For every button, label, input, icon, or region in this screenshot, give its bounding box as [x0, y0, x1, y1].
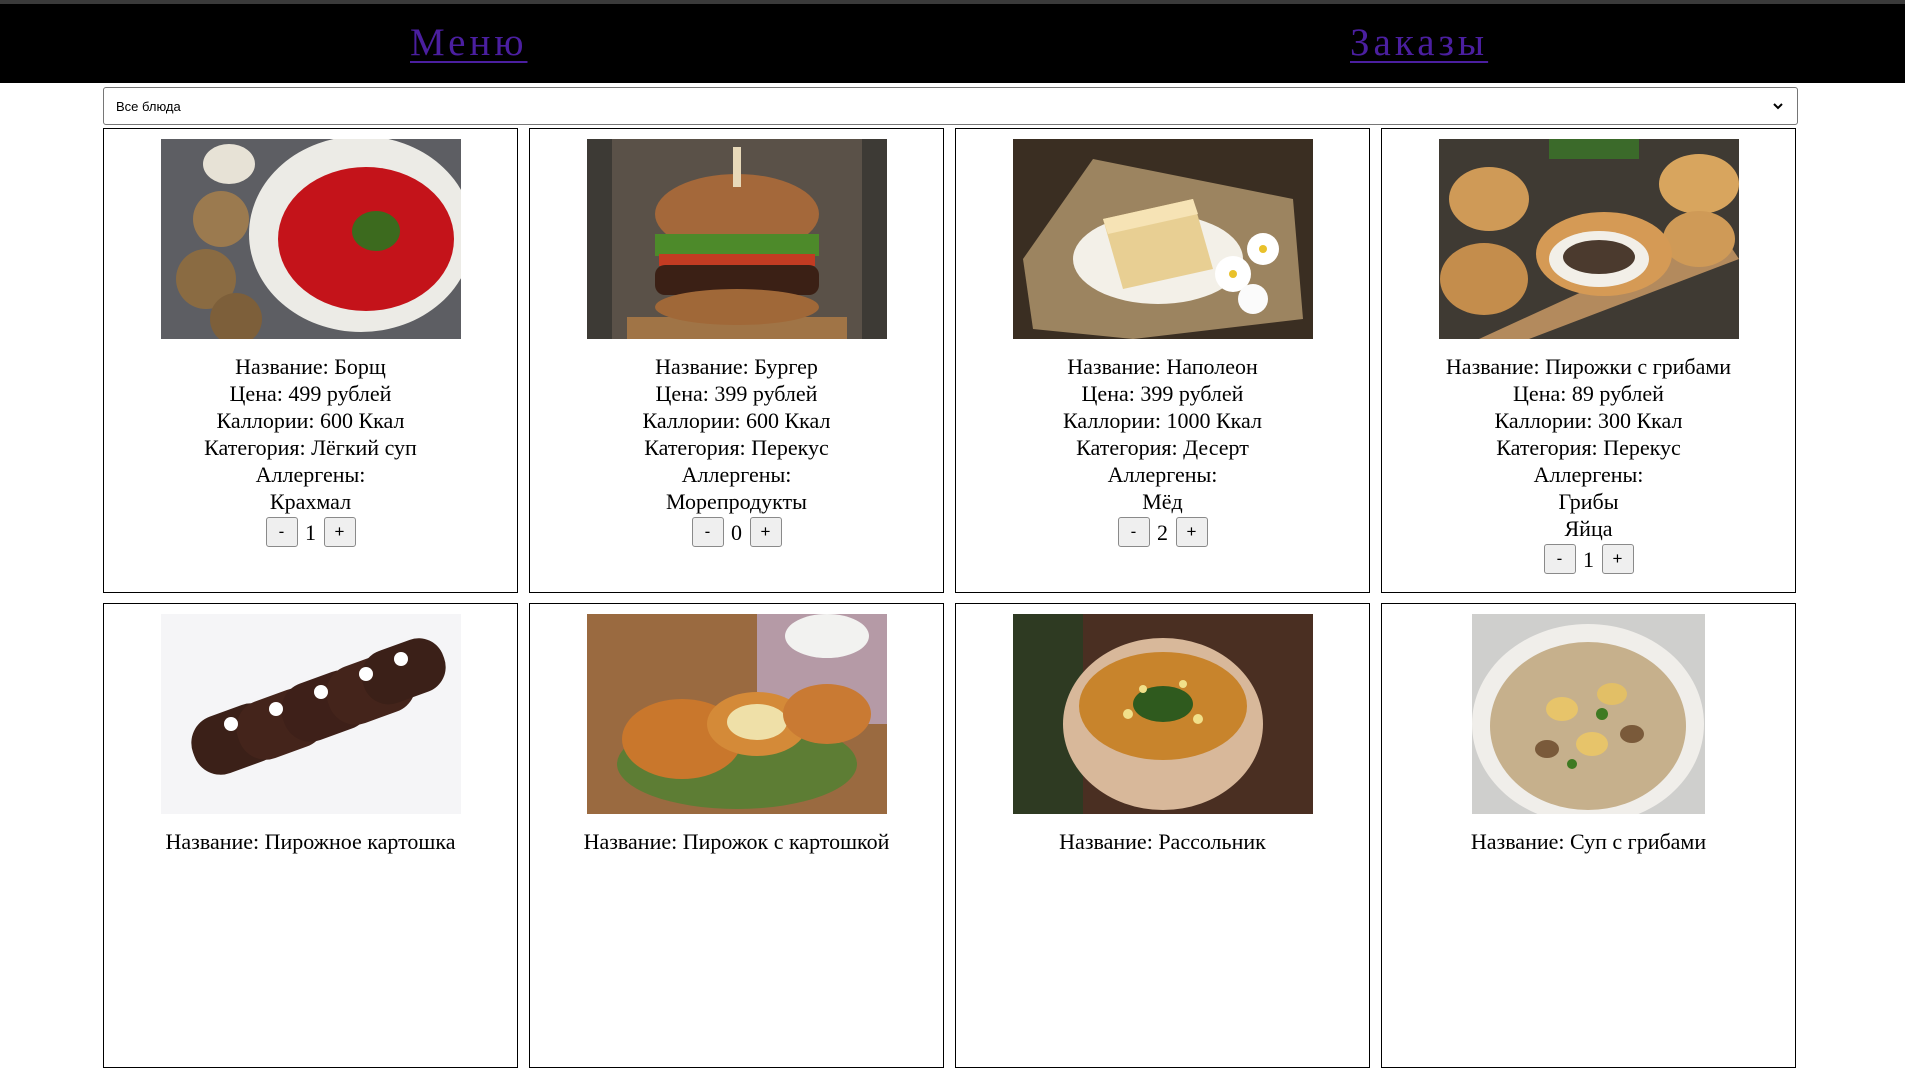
category-label: Категория:: [1076, 435, 1184, 460]
dish-category: Лёгкий суп: [311, 435, 417, 460]
increment-button[interactable]: +: [749, 517, 782, 547]
dish-category: Перекус: [751, 435, 829, 460]
dish-card: Название: Пирожки с грибами Цена: 89 руб…: [1381, 128, 1796, 593]
dish-card: Название: Пирожное картошка: [103, 603, 518, 1068]
allergens-heading: Аллергены:: [255, 462, 366, 487]
quantity-stepper: - 1 +: [265, 517, 356, 547]
name-label: Название:: [1059, 829, 1159, 854]
dish-price: 89 рублей: [1571, 381, 1664, 406]
calories-label: Каллории:: [642, 408, 746, 433]
mushroom-pies-photo: [1438, 139, 1739, 339]
dish-price: 399 рублей: [714, 381, 818, 406]
name-label: Название:: [235, 354, 335, 379]
allergen-item: Яйца: [1564, 516, 1613, 541]
decrement-button[interactable]: -: [691, 517, 724, 547]
calories-label: Каллории:: [1494, 408, 1598, 433]
price-label: Цена:: [655, 381, 715, 406]
dish-category: Десерт: [1183, 435, 1249, 460]
top-navigation-bar: Меню Заказы: [0, 4, 1905, 83]
category-filter-value: Все блюда: [116, 98, 181, 114]
allergen-item: Крахмал: [269, 489, 352, 514]
dish-name: Борщ: [334, 354, 386, 379]
dish-grid: Название: Борщ Цена: 499 рублей Каллории…: [103, 128, 1798, 1068]
increment-button[interactable]: +: [1601, 544, 1634, 574]
decrement-button[interactable]: -: [1543, 544, 1576, 574]
category-label: Категория:: [204, 435, 312, 460]
price-label: Цена:: [1513, 381, 1572, 406]
quantity-value: 0: [731, 519, 742, 545]
dish-name: Рассольник: [1158, 829, 1266, 854]
dish-name: Наполеон: [1166, 354, 1258, 379]
dish-calories: 600 Ккал: [320, 408, 405, 433]
chevron-down-icon: [1773, 103, 1783, 110]
allergen-item: Морепродукты: [666, 489, 807, 514]
price-label: Цена:: [229, 381, 289, 406]
quantity-value: 1: [305, 519, 316, 545]
dish-name: Суп с грибами: [1570, 829, 1707, 854]
potato-pie-photo: [586, 614, 887, 814]
napoleon-photo: [1012, 139, 1313, 339]
dish-name: Пирожное картошка: [264, 829, 456, 854]
decrement-button[interactable]: -: [265, 517, 298, 547]
dish-calories: 1000 Ккал: [1166, 408, 1262, 433]
price-label: Цена:: [1081, 381, 1141, 406]
name-label: Название:: [1067, 354, 1167, 379]
kartoshka-cake-photo: [160, 614, 461, 814]
dish-price: 399 рублей: [1140, 381, 1244, 406]
quantity-stepper: - 1 +: [1543, 544, 1634, 574]
allergen-item: Мёд: [1142, 489, 1183, 514]
nav-link-menu[interactable]: Меню: [410, 20, 527, 65]
category-label: Категория:: [644, 435, 752, 460]
allergens-heading: Аллергены:: [681, 462, 792, 487]
name-label: Название:: [1445, 354, 1546, 379]
dish-card: Название: Борщ Цена: 499 рублей Каллории…: [103, 128, 518, 593]
nav-link-orders[interactable]: Заказы: [1350, 20, 1488, 65]
dish-card: Название: Наполеон Цена: 399 рублей Калл…: [955, 128, 1370, 593]
quantity-value: 2: [1157, 519, 1168, 545]
mushroom-soup-photo: [1472, 614, 1705, 814]
quantity-value: 1: [1583, 546, 1594, 572]
dish-name: Пирожок с картошкой: [682, 829, 890, 854]
dish-card: Название: Рассольник: [955, 603, 1370, 1068]
name-label: Название:: [655, 354, 755, 379]
dish-card: Название: Пирожок с картошкой: [529, 603, 944, 1068]
burger-photo: [586, 139, 887, 339]
allergens-heading: Аллергены:: [1107, 462, 1218, 487]
increment-button[interactable]: +: [323, 517, 356, 547]
category-filter-wrapper: Все блюда: [103, 87, 1798, 125]
dish-name: Бургер: [754, 354, 818, 379]
dish-card: Название: Бургер Цена: 399 рублей Каллор…: [529, 128, 944, 593]
dish-card: Название: Суп с грибами: [1381, 603, 1796, 1068]
allergens-heading: Аллергены:: [1533, 462, 1644, 487]
borscht-photo: [160, 139, 461, 339]
allergen-item: Грибы: [1558, 489, 1619, 514]
dish-name: Пирожки с грибами: [1545, 354, 1732, 379]
decrement-button[interactable]: -: [1117, 517, 1150, 547]
quantity-stepper: - 2 +: [1117, 517, 1208, 547]
dish-category: Перекус: [1603, 435, 1681, 460]
dish-calories: 600 Ккал: [746, 408, 831, 433]
rassolnik-photo: [1012, 614, 1313, 814]
calories-label: Каллории:: [1063, 408, 1167, 433]
dish-calories: 300 Ккал: [1598, 408, 1683, 433]
name-label: Название:: [1470, 829, 1570, 854]
name-label: Название:: [165, 829, 265, 854]
category-filter-select[interactable]: Все блюда: [103, 87, 1798, 125]
name-label: Название:: [583, 829, 683, 854]
quantity-stepper: - 0 +: [691, 517, 782, 547]
category-label: Категория:: [1496, 435, 1604, 460]
increment-button[interactable]: +: [1175, 517, 1208, 547]
dish-price: 499 рублей: [288, 381, 392, 406]
calories-label: Каллории:: [216, 408, 320, 433]
